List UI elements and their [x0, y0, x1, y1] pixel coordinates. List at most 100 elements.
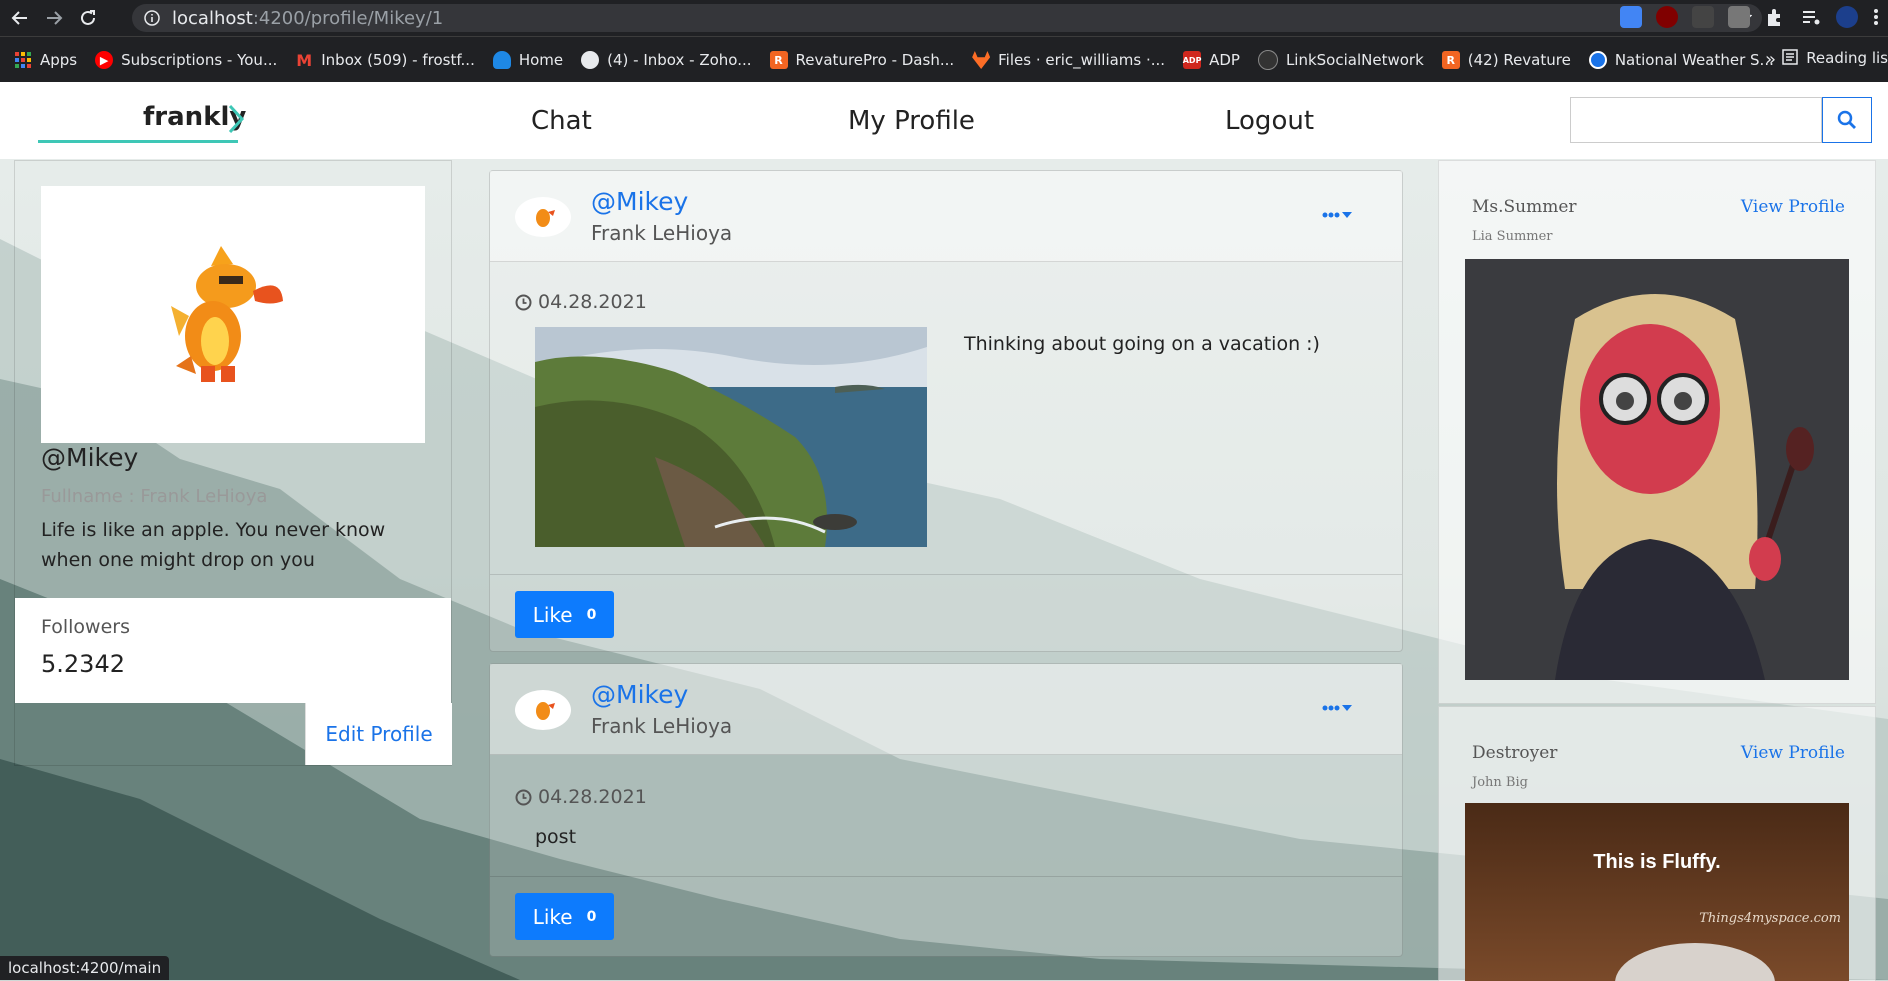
- cloud-icon: [492, 51, 511, 69]
- bookmark-label: RevaturePro - Dash...: [795, 51, 955, 69]
- bookmark-label: Apps: [40, 51, 78, 69]
- reload-icon[interactable]: [74, 4, 102, 32]
- post-date: 04.28.2021: [515, 291, 647, 313]
- bookmark-apps[interactable]: Apps: [14, 51, 77, 69]
- bookmark-label: Subscriptions - You...: [121, 51, 278, 69]
- bookmark-gmail[interactable]: M Inbox (509) - frostf...: [295, 51, 475, 70]
- forward-icon[interactable]: [40, 4, 68, 32]
- menu-kebab-icon[interactable]: [1872, 6, 1880, 28]
- translate-extension-icon[interactable]: [1620, 6, 1642, 28]
- suggested-profile-image: [1465, 259, 1849, 680]
- post-author-name: Frank LeHioya: [591, 221, 733, 245]
- weather-icon: [1588, 51, 1607, 69]
- search-button[interactable]: [1822, 97, 1872, 143]
- like-button[interactable]: Like 0: [515, 893, 614, 940]
- like-count: 0: [586, 908, 597, 925]
- revature-icon: R: [769, 51, 788, 69]
- bookmark-weather[interactable]: National Weather S...: [1588, 51, 1774, 69]
- search-input[interactable]: [1570, 97, 1822, 143]
- post-author-handle[interactable]: @Mikey: [591, 680, 688, 709]
- bookmark-revature[interactable]: R (42) Revature: [1441, 51, 1571, 69]
- dragon-avatar-image: [536, 209, 555, 227]
- like-label: Like: [532, 904, 573, 929]
- bookmark-label: Files · eric_williams ·...: [998, 51, 1166, 69]
- search-icon: [1837, 110, 1856, 129]
- image-watermark: Things4myspace.com: [1699, 911, 1841, 926]
- youtube-icon: ▶: [95, 51, 114, 69]
- bookmark-extension-icon[interactable]: [1692, 6, 1714, 28]
- edit-profile-button[interactable]: Edit Profile: [305, 703, 452, 765]
- post-footer: Like 0: [490, 574, 1402, 652]
- bookmarks-overflow-button[interactable]: »: [1765, 49, 1776, 70]
- bookmark-youtube[interactable]: ▶ Subscriptions - You...: [95, 51, 277, 69]
- coastline-photo: [535, 327, 927, 547]
- info-icon[interactable]: [144, 10, 160, 26]
- post-footer: Like 0: [490, 876, 1402, 957]
- post-card: @Mikey Frank LeHioya 04.28.2021 post Lik…: [489, 663, 1403, 957]
- gitlab-icon: [972, 51, 991, 69]
- bookmark-linksocialnetwork[interactable]: LinkSocialNetwork: [1257, 50, 1424, 70]
- bookmark-adp[interactable]: ADP ADP: [1183, 51, 1240, 69]
- profile-handle: @Mikey: [41, 443, 139, 472]
- bookmark-label: National Weather S...: [1614, 51, 1774, 69]
- bookmark-label: (42) Revature: [1467, 51, 1571, 69]
- image-caption: This is Fluffy.: [1593, 851, 1721, 873]
- media-queue-icon[interactable]: [1800, 6, 1822, 28]
- logo-chevron-icon: [228, 104, 245, 134]
- post-date-text: 04.28.2021: [538, 786, 647, 808]
- post-body-text: post: [535, 826, 577, 848]
- ublock-extension-icon[interactable]: [1656, 6, 1678, 28]
- profile-picture: [41, 186, 425, 443]
- suggested-profile-image: This is Fluffy. Things4myspace.com: [1465, 803, 1849, 981]
- revature-icon: R: [1441, 51, 1460, 69]
- suggested-fullname: John Big: [1472, 775, 1528, 790]
- clock-icon: [515, 789, 532, 805]
- clock-icon: [515, 294, 532, 310]
- dragon-avatar-image: [536, 702, 555, 720]
- bookmarks-bar: Apps ▶ Subscriptions - You... M Inbox (5…: [0, 36, 1888, 83]
- suggested-username: Destroyer: [1472, 743, 1558, 763]
- file-extension-icon[interactable]: [1728, 6, 1750, 28]
- bookmark-home[interactable]: Home: [492, 51, 564, 69]
- browser-toolbar: localhost:4200/profile/Mikey/1: [0, 0, 1888, 36]
- post-options-dropdown-icon[interactable]: [1320, 205, 1360, 225]
- url-path: :4200/profile/Mikey/1: [252, 7, 444, 29]
- bookmark-revaturepro[interactable]: R RevaturePro - Dash...: [769, 51, 955, 69]
- bookmark-label: Inbox (509) - frostf...: [321, 51, 475, 69]
- bookmark-zoho[interactable]: (4) - Inbox - Zoho...: [581, 51, 752, 69]
- followers-label: Followers: [41, 616, 130, 638]
- post-avatar[interactable]: [515, 690, 571, 730]
- bookmark-label: (4) - Inbox - Zoho...: [607, 51, 752, 69]
- reading-list-icon: [1782, 49, 1798, 65]
- view-profile-link[interactable]: View Profile: [1741, 197, 1845, 217]
- nav-logout-link[interactable]: Logout: [1225, 106, 1314, 136]
- bookmark-label: LinkSocialNetwork: [1285, 51, 1424, 69]
- reading-list-button[interactable]: Reading lis: [1782, 49, 1888, 67]
- post-card: @Mikey Frank LeHioya 04.28.2021 Thinking…: [489, 170, 1403, 652]
- view-profile-link[interactable]: View Profile: [1741, 743, 1845, 763]
- github-icon: [1257, 50, 1278, 70]
- frankly-logo[interactable]: frankly: [38, 100, 246, 144]
- profile-avatar-icon[interactable]: [1836, 6, 1858, 28]
- post-avatar[interactable]: [515, 197, 571, 237]
- address-bar[interactable]: localhost:4200/profile/Mikey/1: [132, 4, 1762, 32]
- nav-my-profile-link[interactable]: My Profile: [848, 106, 975, 136]
- nav-chat-link[interactable]: Chat: [531, 106, 592, 136]
- bookmark-label: Home: [518, 51, 564, 69]
- profile-fullname: Fullname : Frank LeHioya: [41, 486, 268, 507]
- app-navbar: frankly Chat My Profile Logout: [0, 82, 1888, 159]
- reading-list-label: Reading lis: [1806, 49, 1888, 67]
- back-icon[interactable]: [6, 4, 34, 32]
- fluffy-animal-fur: [1615, 943, 1775, 981]
- post-body-text: Thinking about going on a vacation :): [964, 333, 1320, 355]
- like-button[interactable]: Like 0: [515, 591, 614, 638]
- bookmark-label: ADP: [1209, 51, 1240, 69]
- url-host: localhost: [172, 7, 253, 29]
- post-options-dropdown-icon[interactable]: [1320, 698, 1360, 718]
- post-author-handle[interactable]: @Mikey: [591, 187, 688, 216]
- followers-count: 5.2342: [41, 650, 125, 678]
- followers-section: Followers 5.2342: [15, 598, 451, 703]
- status-bar-url: localhost:4200/main: [0, 956, 170, 980]
- bookmark-gitlab[interactable]: Files · eric_williams ·...: [972, 51, 1165, 69]
- puzzle-icon[interactable]: [1764, 6, 1786, 28]
